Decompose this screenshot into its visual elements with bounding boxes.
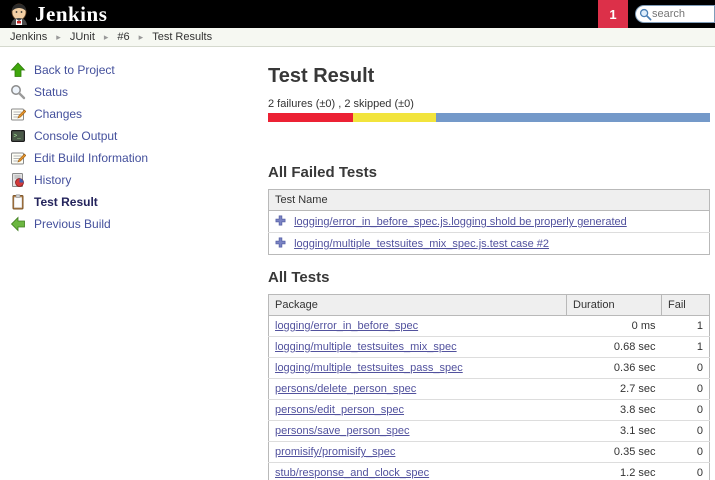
table-row: promisify/promisify_spec 0.35 sec 0 [269,442,710,463]
sidebar-item-previous-build[interactable]: Previous Build [10,213,268,235]
fail-count-cell: 0 [662,421,710,442]
document-pencil-icon [10,106,26,122]
failed-bar-segment [268,113,353,122]
alert-count-badge[interactable]: 1 [598,0,628,28]
failed-test-link[interactable]: logging/error_in_before_spec.js.logging … [294,216,627,228]
duration-cell: 0.36 sec [567,358,662,379]
all-tests-table: Package Duration Fail logging/error_in_b… [268,294,710,480]
breadcrumb-separator-icon: ▸ [56,32,61,43]
duration-cell: 3.8 sec [567,400,662,421]
all-tests-heading: All Tests [268,269,710,286]
sidebar-item-label: Changes [34,107,82,121]
table-row: logging/error_in_before_spec 0 ms 1 [269,316,710,337]
fail-count-cell: 0 [662,400,710,421]
table-row: logging/multiple_testsuites_mix_spec.js.… [269,233,710,255]
table-row: stub/response_and_clock_spec 1.2 sec 0 [269,463,710,480]
fail-count-cell: 0 [662,358,710,379]
sidebar-item-label: Previous Build [34,217,111,231]
left-arrow-icon [10,216,26,232]
column-header-fail: Fail [662,295,710,316]
sidebar-item-history[interactable]: History [10,169,268,191]
duration-cell: 0 ms [567,316,662,337]
sidebar-item-edit-build-information[interactable]: Edit Build Information [10,147,268,169]
main-content: Test Result 2 failures (±0) , 2 skipped … [268,47,715,480]
table-row: logging/error_in_before_spec.js.logging … [269,211,710,233]
breadcrumb-junit[interactable]: JUnit [70,31,95,43]
sidebar-item-test-result[interactable]: Test Result [10,191,268,213]
column-header-duration: Duration [567,295,662,316]
package-link[interactable]: persons/edit_person_spec [275,404,404,416]
page-title: Test Result [268,65,710,88]
expand-plus-icon[interactable] [275,237,286,248]
package-link[interactable]: stub/response_and_clock_spec [275,467,429,479]
search-box [635,5,715,23]
breadcrumb: Jenkins ▸ JUnit ▸ #6 ▸ Test Results [0,28,715,47]
top-header: Jenkins 1 [0,0,715,28]
search-icon [639,8,652,21]
sidebar-item-label: Console Output [34,129,117,143]
sidebar-item-changes[interactable]: Changes [10,103,268,125]
sidebar-item-label: Back to Project [34,63,115,77]
breadcrumb-separator-icon: ▸ [104,32,109,43]
fail-count-cell: 1 [662,316,710,337]
failed-tests-heading: All Failed Tests [268,164,710,181]
sidebar-item-label: History [34,173,71,187]
document-pencil-icon [10,150,26,166]
test-result-bar [268,113,710,122]
duration-cell: 0.68 sec [567,337,662,358]
package-link[interactable]: logging/multiple_testsuites_mix_spec [275,341,457,353]
column-header-package: Package [269,295,567,316]
package-link[interactable]: promisify/promisify_spec [275,446,395,458]
breadcrumb-jenkins[interactable]: Jenkins [10,31,47,43]
sidebar-item-back-to-project[interactable]: Back to Project [10,59,268,81]
expand-plus-icon[interactable] [275,215,286,226]
breadcrumb-build-6[interactable]: #6 [117,31,129,43]
sidebar-item-console-output[interactable]: >_ Console Output [10,125,268,147]
duration-cell: 3.1 sec [567,421,662,442]
fail-count-cell: 0 [662,379,710,400]
table-row: persons/delete_person_spec 2.7 sec 0 [269,379,710,400]
app-title: Jenkins [35,2,107,27]
package-link[interactable]: logging/error_in_before_spec [275,320,418,332]
table-row: logging/multiple_testsuites_mix_spec 0.6… [269,337,710,358]
svg-text:>_: >_ [14,133,22,140]
test-summary: 2 failures (±0) , 2 skipped (±0) [268,98,710,110]
duration-cell: 2.7 sec [567,379,662,400]
duration-cell: 0.35 sec [567,442,662,463]
magnifier-icon [10,84,26,100]
failed-test-link[interactable]: logging/multiple_testsuites_mix_spec.js.… [294,238,549,250]
column-header-test-name: Test Name [269,190,710,211]
fail-count-cell: 0 [662,442,710,463]
up-arrow-icon [10,62,26,78]
sidebar-item-label: Status [34,85,68,99]
package-link[interactable]: persons/save_person_spec [275,425,410,437]
breadcrumb-test-results[interactable]: Test Results [152,31,212,43]
sidebar-item-label: Edit Build Information [34,151,148,165]
clipboard-icon [10,194,26,210]
jenkins-home-link[interactable]: Jenkins [0,2,598,27]
table-row: persons/edit_person_spec 3.8 sec 0 [269,400,710,421]
breadcrumb-separator-icon: ▸ [139,32,144,43]
fail-count-cell: 1 [662,337,710,358]
sidebar-item-label: Test Result [34,195,98,209]
terminal-icon: >_ [10,128,26,144]
jenkins-butler-icon [8,2,30,26]
skipped-bar-segment [353,113,435,122]
sidebar: Back to Project Status Changes [0,47,268,480]
package-link[interactable]: logging/multiple_testsuites_pass_spec [275,362,463,374]
passed-bar-segment [436,113,710,122]
failed-tests-table: Test Name logging/error_in_before_spec.j… [268,189,710,255]
sidebar-item-status[interactable]: Status [10,81,268,103]
fail-count-cell: 0 [662,463,710,480]
table-row: logging/multiple_testsuites_pass_spec 0.… [269,358,710,379]
duration-cell: 1.2 sec [567,463,662,480]
history-icon [10,172,26,188]
package-link[interactable]: persons/delete_person_spec [275,383,416,395]
table-row: persons/save_person_spec 3.1 sec 0 [269,421,710,442]
search-input[interactable] [652,8,704,20]
